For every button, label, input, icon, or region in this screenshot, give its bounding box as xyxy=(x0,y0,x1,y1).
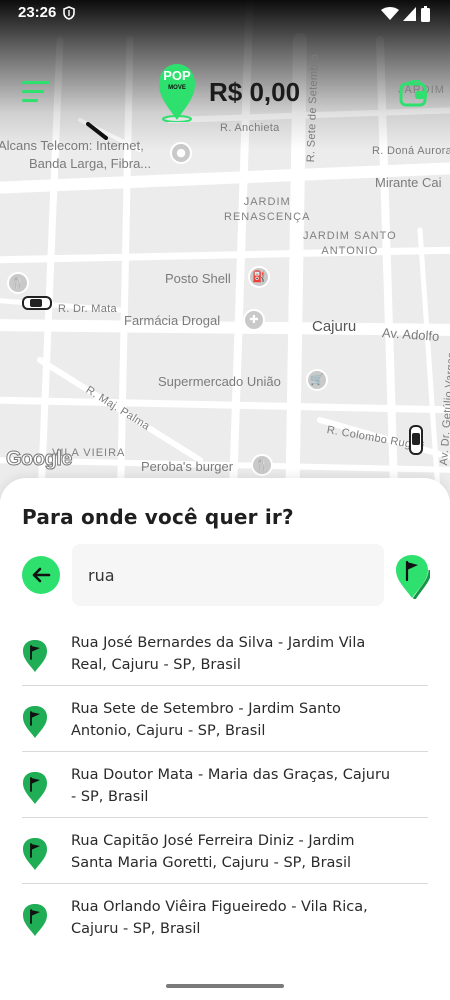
map-street-label: R. Dr. Mata xyxy=(58,303,117,315)
map-poi-label: Peroba's burger xyxy=(141,459,234,474)
menu-button[interactable] xyxy=(22,81,50,105)
balance-amount: R$ 0,00 xyxy=(209,77,301,107)
flag-pin-icon xyxy=(23,640,47,672)
map-area-label: JARDIM SANTO ANTONIO xyxy=(303,230,397,257)
restaurant-icon[interactable]: 🍴 xyxy=(7,272,29,294)
destination-sheet: Para onde você quer ir? Rua José Bernard… xyxy=(0,478,450,1000)
svg-text:POP: POP xyxy=(163,68,191,83)
destination-search-input[interactable] xyxy=(72,544,384,606)
home-indicator[interactable] xyxy=(166,984,284,988)
svg-text:MOVE: MOVE xyxy=(168,85,186,91)
flag-pin-icon xyxy=(23,772,47,804)
battery-icon xyxy=(421,6,430,22)
pharmacy-icon[interactable]: ✚ xyxy=(243,309,265,331)
result-item[interactable]: Rua Sete de Setembro - Jardim Santo Anto… xyxy=(22,686,428,752)
map-street-label: R. Anchieta xyxy=(220,122,280,134)
result-item[interactable]: Rua Capitão José Ferreira Diniz - Jardim… xyxy=(22,818,428,884)
status-time: 23:26 xyxy=(18,4,57,21)
flag-pin-icon xyxy=(23,838,47,870)
car-icon xyxy=(22,296,52,310)
result-address: Rua Orlando Viêira Figueiredo - Vila Ric… xyxy=(71,899,368,937)
map-street-label: R. Doná Aurora xyxy=(372,145,450,157)
gas-station-icon[interactable]: ⛽ xyxy=(248,266,270,288)
wifi-icon xyxy=(381,7,399,20)
vehicle-icon xyxy=(86,122,108,140)
result-address: Rua José Bernardes da Silva - Jardim Vil… xyxy=(71,635,366,673)
map-poi-label: Farmácia Drogal xyxy=(124,313,221,328)
map-poi-label: Posto Shell xyxy=(165,271,231,286)
result-item[interactable]: Rua José Bernardes da Silva - Jardim Vil… xyxy=(22,620,428,686)
flag-pin-icon xyxy=(23,706,47,738)
pop-move-logo: POP MOVE xyxy=(159,64,195,122)
shield-icon xyxy=(63,6,75,20)
result-address: Rua Capitão José Ferreira Diniz - Jardim… xyxy=(71,833,355,871)
result-address: Rua Sete de Setembro - Jardim Santo Anto… xyxy=(71,701,341,739)
map-city-label: Cajuru xyxy=(312,318,357,335)
status-bar: 23:26 xyxy=(0,0,450,28)
shopping-cart-icon[interactable]: 🛒 xyxy=(306,369,328,391)
result-item[interactable]: Rua Doutor Mata - Maria das Graças, Caju… xyxy=(22,752,428,818)
restaurant-icon[interactable]: 🍴 xyxy=(251,454,273,476)
arrow-left-icon xyxy=(32,567,51,583)
status-icons xyxy=(381,6,430,22)
back-button[interactable] xyxy=(22,556,60,594)
map-view[interactable]: Alcans Telecom: Internet, Banda Larga, F… xyxy=(0,0,450,500)
signal-icon xyxy=(403,7,416,21)
result-address: Rua Doutor Mata - Maria das Graças, Caju… xyxy=(71,767,391,805)
google-logo: Google xyxy=(6,448,73,471)
flag-pin-icon xyxy=(23,904,47,936)
map-poi-label: Supermercado União xyxy=(158,374,281,389)
map-poi-label: Alcans Telecom: Internet, xyxy=(0,138,144,153)
car-icon xyxy=(409,425,423,455)
map-place-label: Mirante Cai xyxy=(375,175,442,190)
wallet-icon[interactable] xyxy=(399,80,429,108)
map-area-label: JARDIM RENASCENÇA xyxy=(224,196,311,223)
results-list: Rua José Bernardes da Silva - Jardim Vil… xyxy=(22,620,428,950)
destination-flag-button[interactable] xyxy=(394,553,430,599)
map-poi-label: Banda Larga, Fibra... xyxy=(29,156,152,171)
map-pin-icon[interactable]: ● xyxy=(170,142,192,164)
result-item[interactable]: Rua Orlando Viêira Figueiredo - Vila Ric… xyxy=(22,884,428,950)
sheet-title: Para onde você quer ir? xyxy=(22,505,294,529)
menu-icon xyxy=(22,81,50,84)
